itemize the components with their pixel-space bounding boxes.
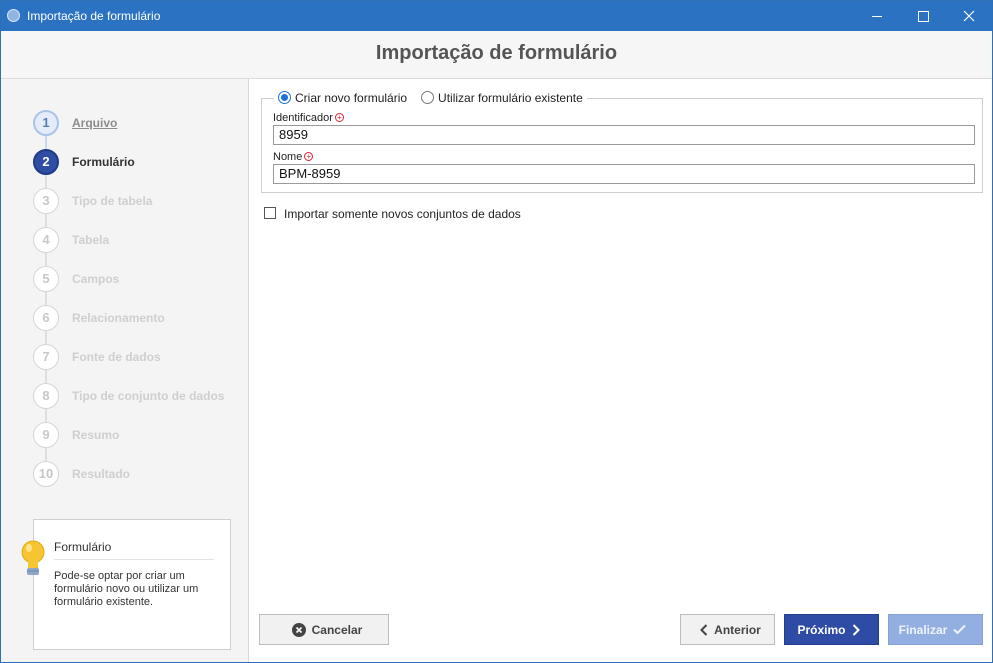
page-header: Importação de formulário [1,31,992,79]
lightbulb-icon [21,540,45,575]
close-button[interactable] [946,1,992,31]
finish-button-label: Finalizar [898,622,948,637]
step-relacionamento: 6 Relacionamento [33,305,243,333]
step-tabela: 4 Tabela [33,227,243,255]
step-label: Resumo [72,428,120,442]
help-panel: Formulário Pode-se optar por criar um fo… [33,519,231,650]
chevron-left-icon [700,623,708,636]
step-tipo-de-conjunto-de-dados: 8 Tipo de conjunto de dados [33,383,243,411]
form-option-group: Criar novo formulário Utilizar formulário… [261,90,983,193]
finish-button[interactable]: Finalizar [888,614,983,645]
step-number: 2 [33,149,59,175]
wizard-window: Importação de formulário Importação de f… [0,0,993,663]
step-number: 3 [33,188,59,214]
app-globe-icon [7,9,20,22]
next-button-label: Próximo [797,622,846,637]
step-label: Fonte de dados [72,350,161,364]
name-label-text: Nome [273,151,303,163]
help-divider [54,559,214,560]
required-icon: + [304,152,314,161]
identifier-label: Identificador + [273,112,344,124]
checkmark-icon [953,624,967,635]
step-label: Relacionamento [72,311,165,325]
cancel-icon [291,622,306,637]
name-label: Nome + [273,151,314,163]
step-number: 10 [33,461,59,487]
step-resultado: 10 Resultado [33,461,243,489]
step-number: 7 [33,344,59,370]
import-only-new-checkbox[interactable] [264,207,276,219]
maximize-icon [918,11,929,22]
step-number: 9 [33,422,59,448]
title-bar[interactable]: Importação de formulário [1,1,992,31]
step-label: Tipo de tabela [72,194,153,208]
name-input[interactable]: BPM-8959 [273,164,975,184]
required-icon: + [334,113,344,122]
step-label: Campos [72,272,120,286]
close-icon [963,10,975,22]
chevron-right-icon [852,623,860,636]
radio-use-existing[interactable] [421,91,435,105]
step-label: Resultado [72,467,131,481]
step-fonte-de-dados: 7 Fonte de dados [33,344,243,372]
radio-use-existing-label[interactable]: Utilizar formulário existente [438,91,583,105]
wizard-content: Criar novo formulário Utilizar formulário… [249,79,992,662]
step-resumo: 9 Resumo [33,422,243,450]
step-number: 6 [33,305,59,331]
identifier-label-text: Identificador [273,112,333,124]
identifier-input[interactable]: 8959 [273,125,975,145]
step-number: 8 [33,383,59,409]
window-title: Importação de formulário [27,9,161,23]
radio-create-new[interactable] [278,91,291,105]
previous-button[interactable]: Anterior [680,614,775,645]
step-label: Formulário [72,155,135,169]
cancel-button[interactable]: Cancelar [259,614,389,645]
step-campos: 5 Campos [33,266,243,294]
wizard-sidebar: 1 Arquivo 2 Formulário 3 Tipo de tabela … [1,79,249,662]
minimize-icon [872,16,882,17]
maximize-button[interactable] [900,1,946,31]
step-formulario[interactable]: 2 Formulário [33,149,243,177]
radio-create-new-label[interactable]: Criar novo formulário [295,91,407,105]
help-text: Pode-se optar por criar um formulário no… [54,570,199,608]
cancel-button-label: Cancelar [311,622,363,637]
next-button[interactable]: Próximo [784,614,879,645]
form-option-legend: Criar novo formulário Utilizar formulário… [274,90,587,108]
step-number: 4 [33,227,59,253]
step-number: 1 [33,110,59,136]
step-label: Tipo de conjunto de dados [72,389,225,403]
page-title: Importação de formulário [375,42,618,64]
previous-button-label: Anterior [714,622,761,637]
step-arquivo[interactable]: 1 Arquivo [33,110,243,138]
step-tipo-de-tabela: 3 Tipo de tabela [33,188,243,216]
step-number: 5 [33,266,59,292]
import-only-new-label[interactable]: Importar somente novos conjuntos de dado… [284,207,521,221]
step-label: Arquivo [72,116,118,130]
minimize-button[interactable] [854,1,900,31]
step-label: Tabela [72,233,110,247]
help-title: Formulário [54,540,112,554]
